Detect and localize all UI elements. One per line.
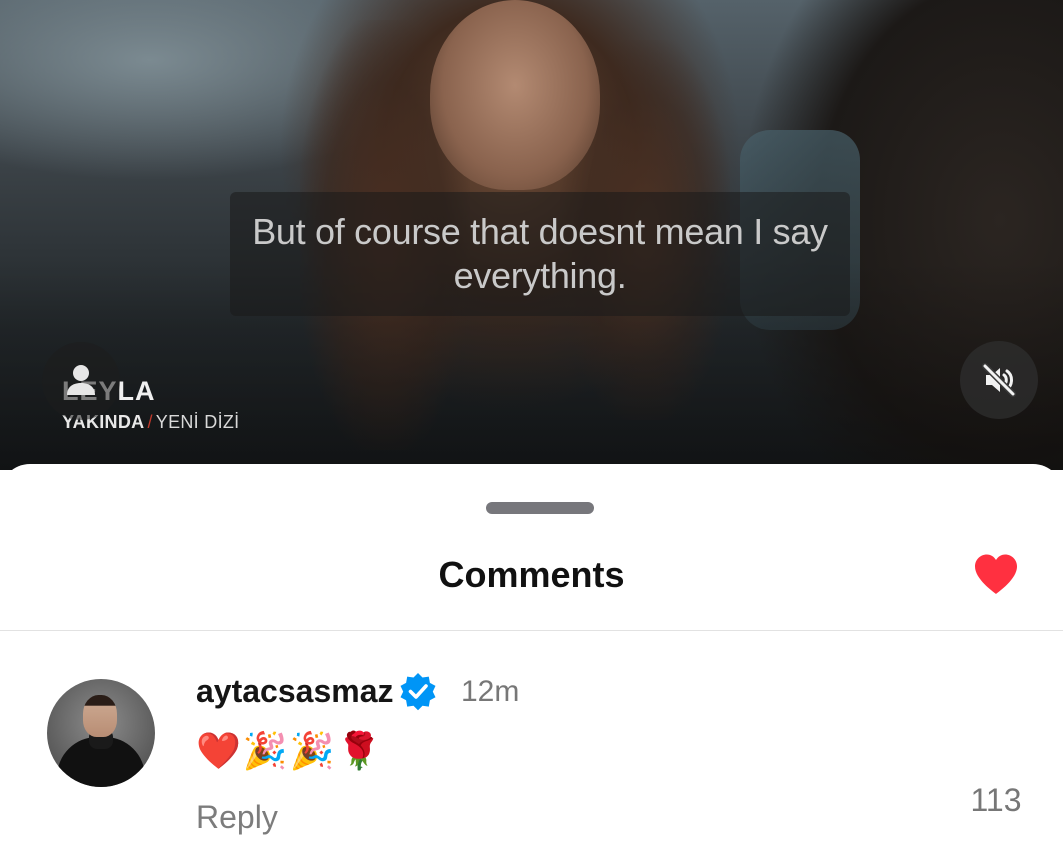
video-player[interactable]: But of course that doesnt mean I say eve… [0,0,1063,470]
drag-handle[interactable] [486,502,594,514]
sheet-title: Comments [438,554,625,595]
mute-button[interactable] [960,341,1038,419]
like-count: 113 [970,782,1022,818]
screen: But of course that doesnt mean I say eve… [0,0,1063,858]
profile-button[interactable] [42,342,120,420]
verified-badge-icon [400,673,436,711]
subtitle-box: But of course that doesnt mean I say eve… [230,192,850,316]
avatar[interactable] [47,679,155,787]
watermark-separator: / [147,412,153,432]
comment-text: ❤️🎉🎉🌹 [196,730,384,771]
volume-muted-icon [982,363,1016,397]
comments-sheet: Comments aytacsasmaz 12m ❤️🎉🎉🌹 Reply [0,464,1063,858]
comment-item: aytacsasmaz 12m ❤️🎉🎉🌹 Reply [0,631,1063,858]
avatar-figure [83,695,117,737]
watermark-word-2: YENİ DİZİ [155,412,240,432]
person-icon [67,365,95,395]
subtitle-text: But of course that doesnt mean I say eve… [252,211,828,296]
reply-button[interactable]: Reply [196,799,278,836]
heart-icon[interactable] [972,552,1020,596]
comment-username[interactable]: aytacsasmaz [196,673,393,710]
comment-timestamp: 12m [461,675,520,708]
